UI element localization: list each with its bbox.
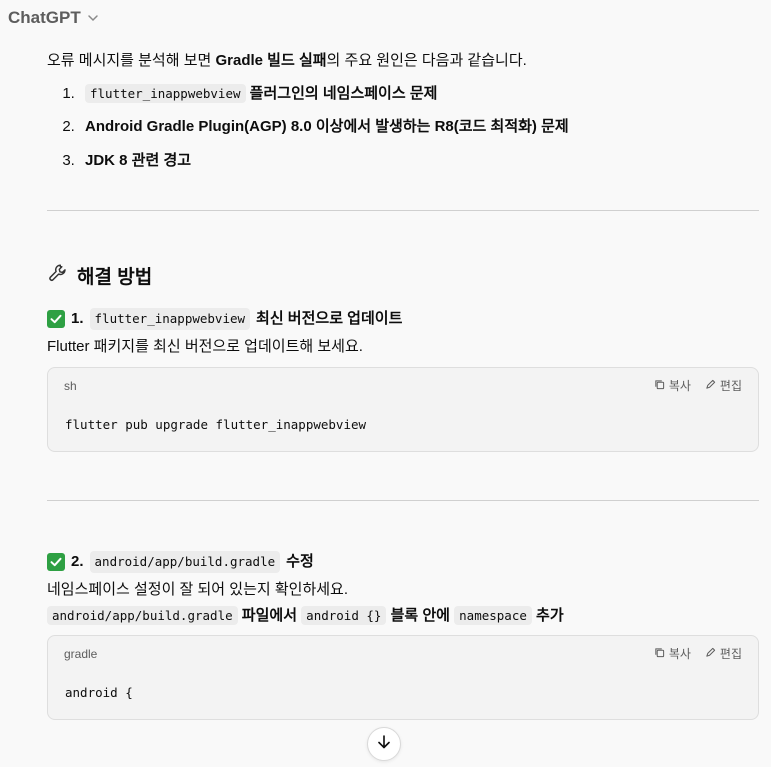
- arrow-down-icon: [376, 734, 392, 755]
- scroll-down-button[interactable]: [367, 727, 401, 761]
- code-content[interactable]: android {: [48, 672, 758, 719]
- code-block-gradle: gradle 복사 편집 android {: [47, 635, 759, 720]
- code-header: sh 복사 편집: [48, 368, 758, 404]
- copy-button[interactable]: 복사: [654, 377, 691, 395]
- assistant-message: 오류 메시지를 분석해 보면 Gradle 빌드 실패의 주요 원인은 다음과 …: [47, 50, 759, 720]
- edit-button[interactable]: 편집: [705, 377, 742, 395]
- pencil-icon: [705, 645, 716, 663]
- step2-description: 네임스페이스 설정이 잘 되어 있는지 확인하세요.: [47, 581, 349, 599]
- divider: [47, 210, 759, 211]
- list-item: Android Gradle Plugin(AGP) 8.0 이상에서 발생하는…: [79, 116, 759, 139]
- intro-text: 오류 메시지를 분석해 보면 Gradle 빌드 실패의 주요 원인은 다음과 …: [47, 52, 527, 69]
- inline-code: flutter_inappwebview: [89, 307, 251, 331]
- model-selector[interactable]: ChatGPT: [0, 0, 99, 36]
- code-language: sh: [64, 378, 77, 393]
- code-header: gradle 복사 편집: [48, 636, 758, 672]
- step1-heading: 1. flutter_inappwebview 최신 버전으로 업데이트: [47, 307, 759, 331]
- code-content[interactable]: flutter pub upgrade flutter_inappwebview: [48, 404, 758, 451]
- step2-instruction: android/app/build.gradle 파일에서 android {}…: [47, 605, 759, 628]
- chevron-down-icon[interactable]: [87, 12, 99, 24]
- inline-code: android/app/build.gradle: [89, 550, 281, 574]
- step2-heading: 2. android/app/build.gradle 수정: [47, 550, 759, 574]
- list-item: flutter_inappwebview 플러그인의 네임스페이스 문제: [79, 83, 759, 106]
- inline-code: android {}: [301, 605, 387, 625]
- inline-code: namespace: [454, 605, 532, 625]
- check-icon: [47, 309, 65, 328]
- copy-icon: [654, 645, 665, 663]
- divider: [47, 499, 759, 501]
- list-item: JDK 8 관련 경고: [79, 150, 759, 173]
- check-icon: [47, 552, 65, 571]
- inline-code: flutter_inappwebview: [85, 83, 246, 103]
- code-block-sh: sh 복사 편집 flutter pub upgrade flutter_ina…: [47, 366, 759, 452]
- step1-description: Flutter 패키지를 최신 버전으로 업데이트해 보세요.: [47, 338, 363, 356]
- model-name[interactable]: ChatGPT: [8, 8, 81, 28]
- solution-heading: 해결 방법: [47, 262, 759, 294]
- cause-list: flutter_inappwebview 플러그인의 네임스페이스 문제 And…: [47, 83, 759, 173]
- pencil-icon: [705, 377, 716, 395]
- wrench-icon: [47, 262, 69, 294]
- code-language: gradle: [64, 647, 98, 662]
- inline-code: android/app/build.gradle: [47, 605, 238, 625]
- copy-button[interactable]: 복사: [654, 645, 691, 663]
- edit-button[interactable]: 편집: [705, 645, 742, 663]
- copy-icon: [654, 377, 665, 395]
